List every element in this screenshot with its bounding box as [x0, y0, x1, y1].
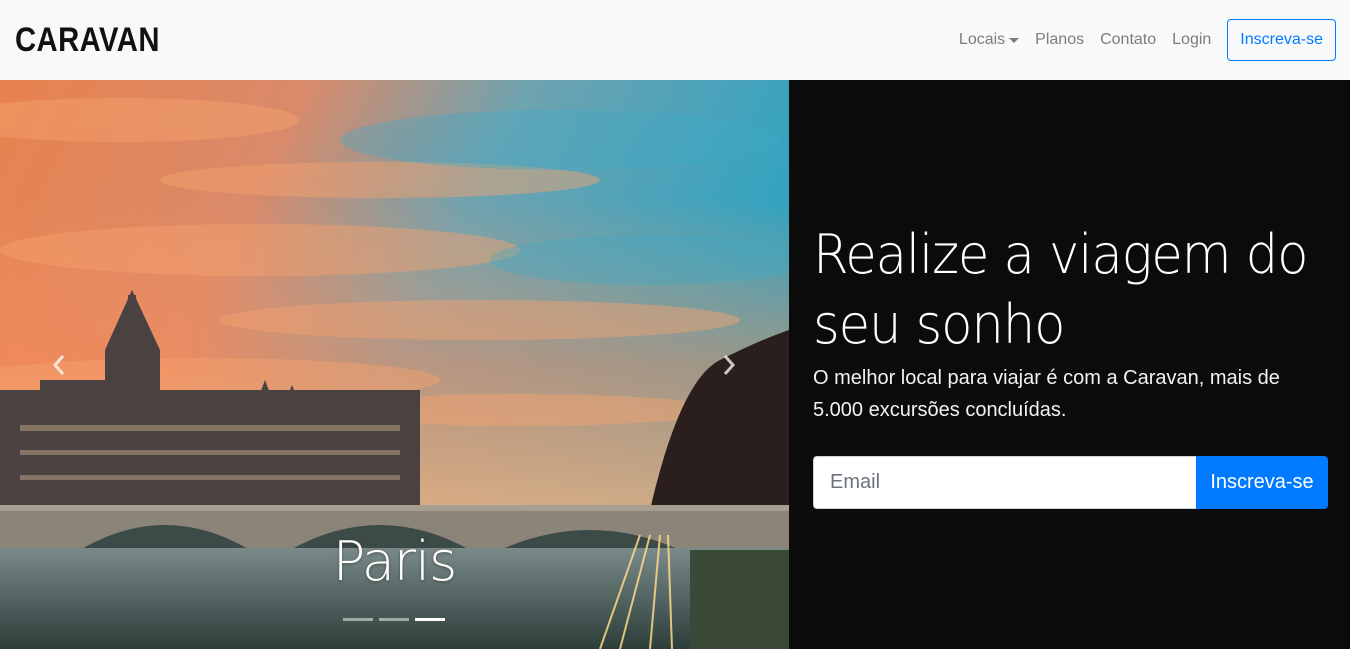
- nav-dropdown-locais[interactable]: Locais: [951, 31, 1027, 49]
- nav-links: Locais Planos Contato Login Inscreva-se: [951, 19, 1336, 61]
- signup-form: Inscreva-se: [813, 456, 1328, 509]
- carousel-caption: Paris: [332, 530, 458, 593]
- carousel-indicators: [343, 618, 445, 621]
- hero-title: Realize a viagem do seu sonho: [813, 223, 1308, 356]
- email-input[interactable]: [813, 456, 1196, 509]
- carousel-next-button[interactable]: [714, 350, 744, 380]
- navbar-signup-button[interactable]: Inscreva-se: [1227, 19, 1336, 61]
- hero: Realize a viagem do seu sonho O melhor l…: [813, 220, 1333, 426]
- brand-logo[interactable]: CARAVAN: [15, 21, 160, 60]
- nav-link-contato[interactable]: Contato: [1092, 31, 1164, 49]
- caret-down-icon: [1009, 38, 1020, 43]
- navbar: CARAVAN Locais Planos Contato Login Insc…: [0, 0, 1350, 80]
- chevron-right-icon: [723, 355, 736, 375]
- nav-link-planos[interactable]: Planos: [1027, 31, 1092, 49]
- nav-link-login[interactable]: Login: [1164, 31, 1219, 49]
- chevron-left-icon: [52, 355, 65, 375]
- carousel-prev-button[interactable]: [44, 350, 74, 380]
- nav-locais-label: Locais: [958, 31, 1006, 48]
- hero-subtitle: O melhor local para viajar é com a Carav…: [813, 367, 1280, 421]
- carousel: Paris: [0, 80, 789, 649]
- carousel-indicator[interactable]: [379, 618, 409, 621]
- hero-signup-button[interactable]: Inscreva-se: [1196, 456, 1328, 509]
- carousel-indicator[interactable]: [415, 618, 445, 621]
- carousel-indicator[interactable]: [343, 618, 373, 621]
